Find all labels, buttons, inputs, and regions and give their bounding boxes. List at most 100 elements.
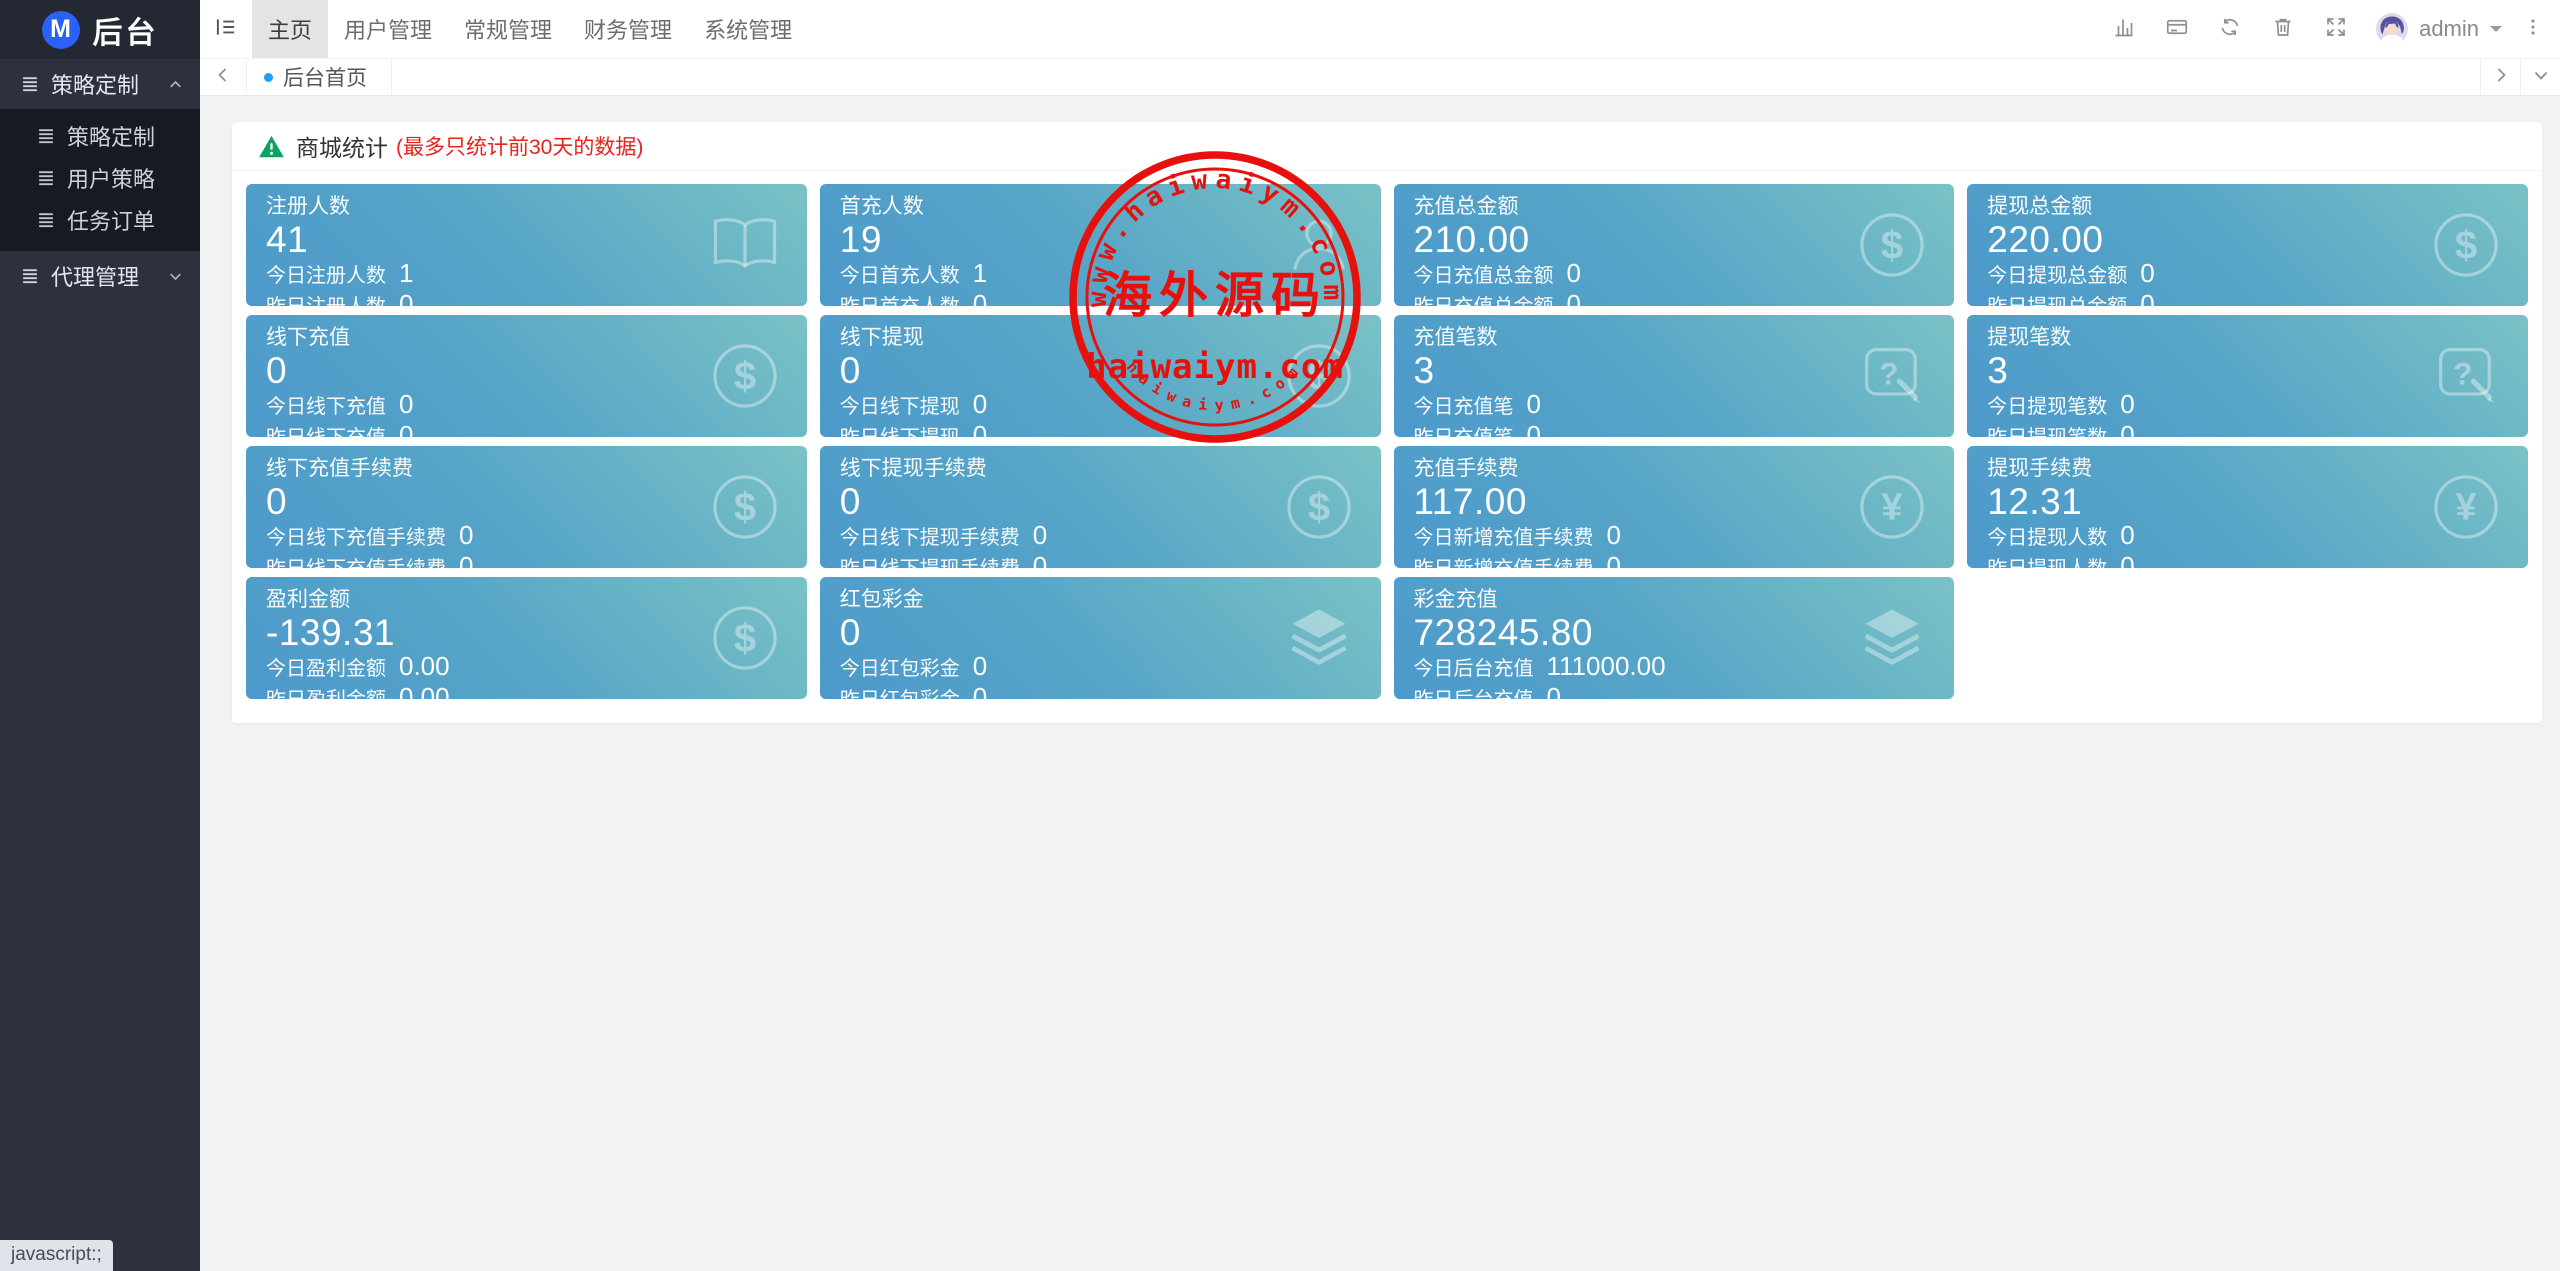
sidebar-group-label: 策略定制 <box>51 68 139 100</box>
stat-card-row: 昨日线下提现手续费0 <box>840 553 1361 568</box>
stat-row-label: 今日提现人数 <box>1987 525 2107 552</box>
svg-text:?: ? <box>1879 355 1898 391</box>
tab-scroll-right-button[interactable] <box>2480 59 2520 95</box>
sidebar-submenu: 策略定制用户策略任务订单 <box>0 109 200 251</box>
stat-card: 线下充值0今日线下充值0昨日线下充值0$ <box>246 315 807 437</box>
stat-row-label: 昨日注册人数 <box>266 294 386 306</box>
stat-card-row: 昨日提现总金额 0 <box>1987 291 2508 306</box>
collapse-sidebar-button[interactable] <box>200 0 252 58</box>
stat-row-value: 0 <box>1567 260 1581 287</box>
avatar <box>2376 13 2408 45</box>
sidebar-group[interactable]: 策略定制 <box>0 59 200 109</box>
stat-card-row: 昨日后台充值0 <box>1414 684 1935 699</box>
bar-chart-icon <box>2112 15 2136 44</box>
stat-card-row: 昨日盈利金额0.00 <box>266 684 787 699</box>
dollar-icon: $ <box>2428 207 2504 283</box>
stat-row-label: 今日充值笔 <box>1414 394 1514 421</box>
nav-tab[interactable]: 常规管理 <box>448 0 568 58</box>
stat-row-value: 0.00 <box>399 684 450 699</box>
top-header: 主页用户管理常规管理财务管理系统管理 admin <box>200 0 2560 59</box>
stat-row-value: 0 <box>2120 522 2134 549</box>
nav-tab[interactable]: 用户管理 <box>328 0 448 58</box>
stat-row-value: 111000.00 <box>1547 653 1666 680</box>
card-icon <box>2165 15 2189 44</box>
stat-card: 充值手续费117.00今日新增充值手续费0昨日新增充值手续费0¥ <box>1394 446 1955 568</box>
card-button[interactable] <box>2150 0 2203 58</box>
user-icon <box>1281 207 1357 283</box>
sidebar-group-label: 代理管理 <box>51 260 139 292</box>
sidebar-item-label: 任务订单 <box>67 204 155 236</box>
stat-row-value: 0 <box>973 422 987 437</box>
stat-card-row: 昨日提现人数0 <box>1987 553 2508 568</box>
stat-row-label: 今日新增充值手续费 <box>1414 525 1594 552</box>
nav-tab[interactable]: 主页 <box>252 0 328 58</box>
stat-row-value: 0 <box>2140 291 2154 306</box>
dollar-icon: $ <box>1281 338 1357 414</box>
stat-row-label: 今日线下充值手续费 <box>266 525 446 552</box>
stat-card-row: 昨日线下充值0 <box>266 422 787 437</box>
more-options-button[interactable] <box>2516 0 2550 58</box>
svg-text:$: $ <box>734 355 756 399</box>
stat-row-value: 0 <box>973 391 987 418</box>
stat-card: 注册人数41今日注册人数1昨日注册人数0 <box>246 184 807 306</box>
stat-row-value: 0 <box>2120 391 2134 418</box>
stat-row-label: 昨日新增充值手续费 <box>1414 556 1594 568</box>
help-icon: ? <box>2428 338 2504 414</box>
tab-menu-button[interactable] <box>2520 59 2560 95</box>
stat-card-row: 昨日充值笔0 <box>1414 422 1935 437</box>
refresh-button[interactable] <box>2203 0 2256 58</box>
stat-row-value: 0 <box>1567 291 1581 306</box>
tab-scroll-left-button[interactable] <box>200 59 247 95</box>
chevron-up-icon <box>167 76 184 93</box>
admin-dashboard: M 后台 策略定制策略定制用户策略任务订单代理管理 主页用户管理常规管理财务管理… <box>0 0 2560 1271</box>
stat-row-label: 昨日充值笔 <box>1414 425 1514 437</box>
sidebar-item[interactable]: 任务订单 <box>0 199 200 241</box>
stat-row-value: 1 <box>399 260 413 287</box>
nav-tab[interactable]: 财务管理 <box>568 0 688 58</box>
dollar-icon: $ <box>1854 207 1930 283</box>
user-menu[interactable]: admin <box>2362 0 2516 58</box>
bar-chart-button[interactable] <box>2097 0 2150 58</box>
stat-row-label: 昨日红包彩金 <box>840 687 960 699</box>
stat-row-label: 昨日线下提现 <box>840 425 960 437</box>
vertical-dots-icon <box>2522 16 2544 43</box>
page-tab-bar: 后台首页 <box>200 59 2560 96</box>
help-icon: ? <box>1854 338 1930 414</box>
fullscreen-button[interactable] <box>2309 0 2362 58</box>
dollar-icon: $ <box>707 469 783 545</box>
page-tab[interactable]: 后台首页 <box>247 59 392 95</box>
stat-card: 首充人数19今日首充人数1昨日首充人数0 <box>820 184 1381 306</box>
stat-card: 充值笔数3今日充值笔0昨日充值笔0? <box>1394 315 1955 437</box>
sidebar-group[interactable]: 代理管理 <box>0 251 200 301</box>
sidebar-item[interactable]: 用户策略 <box>0 157 200 199</box>
stat-card: 彩金充值728245.80今日后台充值111000.00昨日后台充值0 <box>1394 577 1955 699</box>
stat-row-label: 昨日提现人数 <box>1987 556 2107 568</box>
svg-text:¥: ¥ <box>1882 487 1903 529</box>
stat-card: 线下提现0今日线下提现0昨日线下提现0$ <box>820 315 1381 437</box>
sidebar-item[interactable]: 策略定制 <box>0 115 200 157</box>
stat-row-value: 0.00 <box>399 653 450 680</box>
panel-note: (最多只统计前30天的数据) <box>396 131 643 161</box>
svg-text:$: $ <box>734 617 756 661</box>
stat-row-label: 昨日首充人数 <box>840 294 960 306</box>
statistics-panel-header: 商城统计 (最多只统计前30天的数据) <box>232 122 2542 171</box>
dollar-icon: $ <box>707 338 783 414</box>
stat-card-row: 昨日提现笔数0 <box>1987 422 2508 437</box>
stat-row-label: 昨日线下充值手续费 <box>266 556 446 568</box>
stat-row-value: 0 <box>399 422 413 437</box>
stat-row-value: 0 <box>459 522 473 549</box>
stat-card: 线下提现手续费0今日线下提现手续费0昨日线下提现手续费0$ <box>820 446 1381 568</box>
nav-tab[interactable]: 系统管理 <box>688 0 808 58</box>
svg-text:$: $ <box>1307 486 1329 530</box>
topbar-actions: admin <box>2097 0 2560 58</box>
dollar-icon: $ <box>1281 469 1357 545</box>
page-tab-label: 后台首页 <box>283 62 367 92</box>
svg-text:¥: ¥ <box>2455 487 2476 529</box>
stat-card: 红包彩金0今日红包彩金0昨日红包彩金0 <box>820 577 1381 699</box>
stat-row-label: 今日提现总金额 <box>1987 263 2127 290</box>
svg-text:$: $ <box>1881 224 1903 268</box>
active-tab-dot <box>264 73 273 82</box>
trash-button[interactable] <box>2256 0 2309 58</box>
stat-row-label: 昨日提现总金额 <box>1987 294 2127 306</box>
browser-status-tooltip: javascript:; <box>0 1240 113 1271</box>
